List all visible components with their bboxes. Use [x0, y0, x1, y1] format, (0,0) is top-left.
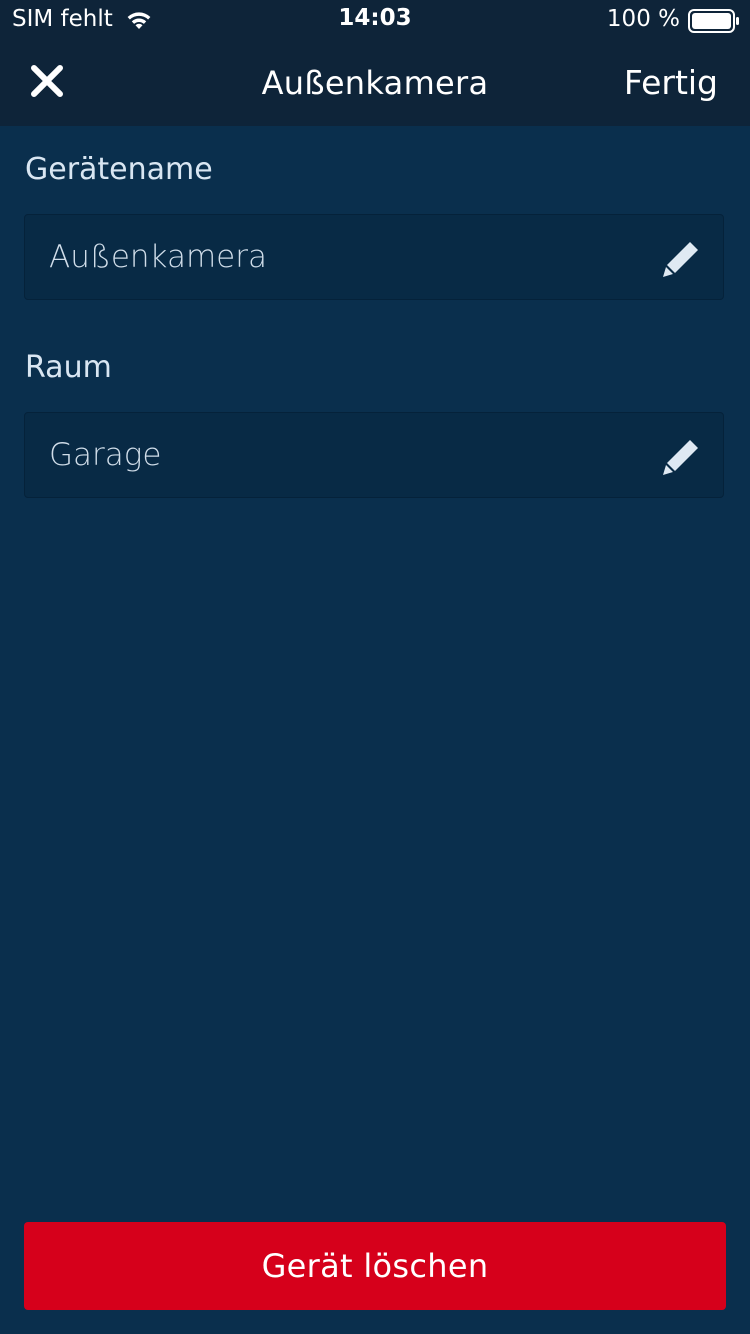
done-button[interactable]: Fertig — [624, 63, 718, 102]
room-label: Raum — [25, 350, 112, 385]
device-name-label: Gerätename — [25, 152, 213, 187]
navigation-bar: Außenkamera Fertig — [0, 40, 750, 126]
top-bar: SIM fehlt 14:03 100 % Außenkamera Fertig — [0, 0, 750, 126]
status-bar: SIM fehlt 14:03 100 % — [0, 0, 750, 40]
device-settings-screen: SIM fehlt 14:03 100 % Außenkamera Fertig — [0, 0, 750, 1334]
device-name-value: Außenkamera — [49, 239, 267, 275]
room-value: Garage — [49, 437, 162, 473]
battery-percentage: 100 % — [606, 6, 680, 32]
battery-icon — [688, 9, 739, 33]
pencil-icon[interactable] — [661, 437, 701, 477]
delete-device-button[interactable]: Gerät löschen — [24, 1222, 726, 1310]
device-name-field[interactable]: Außenkamera — [24, 214, 724, 300]
room-field[interactable]: Garage — [24, 412, 724, 498]
pencil-icon[interactable] — [661, 239, 701, 279]
